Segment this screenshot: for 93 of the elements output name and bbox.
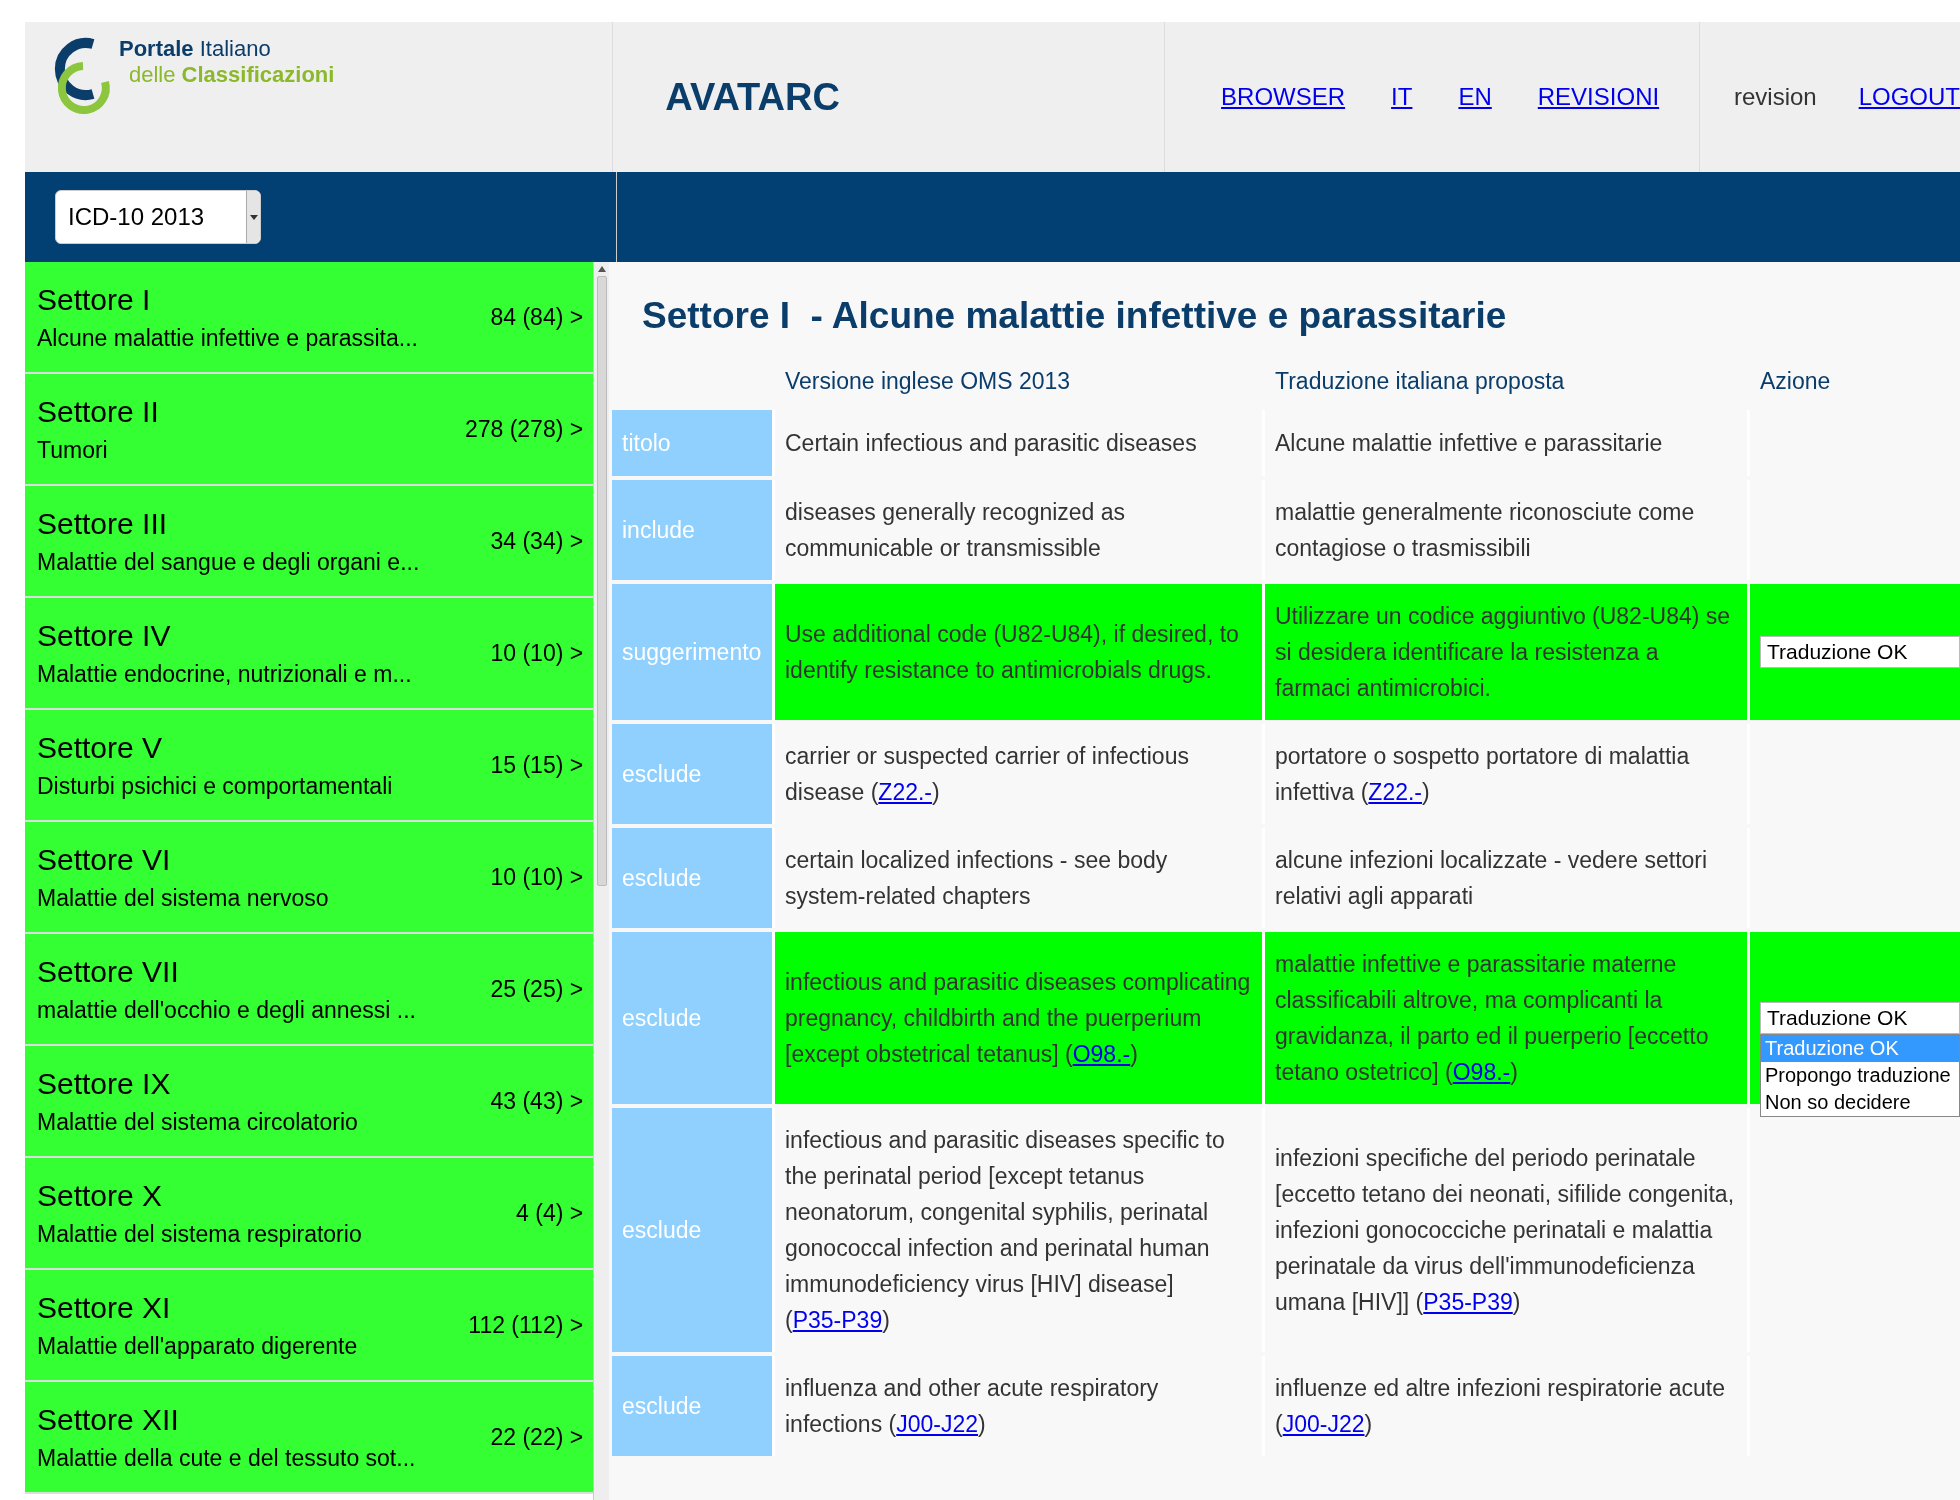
cell-text: diseases generally recognized as communicable or transmissible bbox=[785, 498, 1127, 563]
sector-item[interactable]: Settore V Disturbi psichici e comportamentali 15 (15) > bbox=[25, 710, 594, 822]
logo-text: delle Classificazioni bbox=[128, 62, 335, 88]
sector-count: 25 (25) > bbox=[490, 974, 584, 1004]
sector-title: Settore IV bbox=[37, 618, 172, 654]
section-title: Settore I - Alcune malattie infettive e parassitarie bbox=[641, 294, 1508, 338]
sector-item[interactable]: Settore III Malattie del sangue e degli organi e... 34 (34) > bbox=[25, 486, 594, 598]
caret-icon bbox=[246, 191, 260, 243]
sector-title: Settore VII bbox=[37, 954, 180, 990]
nav-link[interactable]: IT bbox=[1391, 79, 1413, 115]
action-select[interactable]: Traduzione OK bbox=[1760, 1002, 1960, 1034]
cell-text: Use additional code (U82-U84), if desired, to identify resistance to antimicrobials drugs. bbox=[785, 620, 1240, 685]
sector-description: Alcune malattie infettive e parassita... bbox=[37, 324, 418, 352]
sector-count: 43 (43) > bbox=[490, 1086, 584, 1116]
sector-count: 278 (278) > bbox=[464, 414, 584, 444]
column-header: Versione inglese OMS 2013 bbox=[785, 367, 1071, 394]
sector-item[interactable]: Settore VI Malattie del sistema nervoso 10 (10) > bbox=[25, 822, 594, 934]
code-link[interactable]: O98.- bbox=[1072, 1041, 1131, 1067]
version-select[interactable]: ICD-10 2013 bbox=[55, 190, 261, 244]
sector-count: 112 (112) > bbox=[468, 1310, 584, 1340]
sector-title: Settore II bbox=[37, 394, 159, 430]
row-label: esclude bbox=[622, 1391, 702, 1421]
sector-title: Settore III bbox=[37, 506, 169, 542]
cell-text: influenze ed altre infezioni respiratorie acute (J00-J22) bbox=[1275, 1374, 1727, 1439]
nav-link[interactable]: BROWSER bbox=[1221, 79, 1346, 115]
sector-title: Settore I bbox=[37, 282, 152, 318]
nav-link[interactable]: REVISIONI bbox=[1537, 79, 1660, 115]
sector-count: 34 (34) > bbox=[490, 526, 584, 556]
cell-text: malattie generalmente riconosciute come contagiose o trasmissibili bbox=[1275, 498, 1696, 563]
cell-text: influenza and other acute respiratory infections (J00-J22) bbox=[785, 1374, 1160, 1439]
sector-count: 15 (15) > bbox=[490, 750, 584, 780]
nav-link[interactable]: EN bbox=[1458, 79, 1492, 115]
row-label: titolo bbox=[622, 428, 671, 458]
cell-text: Utilizzare un codice aggiuntivo (U82-U84) se si desidera identificare la resistenza a farmaci antimicrobici. bbox=[1275, 602, 1732, 703]
sector-description: malattie dell'occhio e degli annessi ... bbox=[37, 996, 416, 1024]
cell-text: infectious and parasitic diseases specific to the perinatal period [except tetanus neonatorum, congenital syphilis, perinatal gonococcal infection and perinatal human immunodeficiency virus [HIV] disease] (P35-P39) bbox=[785, 1126, 1226, 1335]
column-header: Traduzione italiana proposta bbox=[1275, 367, 1565, 394]
row-label: esclude bbox=[622, 1003, 702, 1033]
sector-item[interactable]: Settore VII malattie dell'occhio e degli annessi ... 25 (25) > bbox=[25, 934, 594, 1046]
cell-text: carrier or suspected carrier of infectious disease (Z22.-) bbox=[785, 742, 1190, 807]
sector-description: Malattie della cute e del tessuto sot... bbox=[37, 1444, 416, 1472]
code-link[interactable]: J00-J22 bbox=[896, 1411, 979, 1437]
sector-count: 84 (84) > bbox=[490, 302, 584, 332]
cell-text: infezioni specifiche del periodo perinatale [eccetto tetano dei neonati, sifilide congenita, infezioni gonococciche perinatali e malattia perinatale da virus dell'immunodeficienza umana [HIV]] (P35-P39) bbox=[1275, 1144, 1736, 1317]
logout-link[interactable]: LOGOUT bbox=[1858, 79, 1960, 115]
sector-title: Settore V bbox=[37, 730, 164, 766]
row-label: esclude bbox=[622, 1215, 702, 1245]
sector-item[interactable]: Settore II Tumori 278 (278) > bbox=[25, 374, 594, 486]
sector-item[interactable]: Settore IV Malattie endocrine, nutrizionali e m... 10 (10) > bbox=[25, 598, 594, 710]
logo-text: Portale Italiano bbox=[119, 36, 272, 62]
sector-item[interactable]: Settore XI Malattie dell'apparato digerente 112 (112) > bbox=[25, 1270, 594, 1382]
cell-text: certain localized infections - see body system-related chapters bbox=[785, 846, 1169, 911]
sector-title: Settore XI bbox=[37, 1290, 172, 1326]
sector-item[interactable]: Settore I Alcune malattie infettive e parassita... 84 (84) > bbox=[25, 262, 594, 374]
sector-description: Malattie endocrine, nutrizionali e m... bbox=[37, 660, 412, 688]
action-select[interactable]: Traduzione OK bbox=[1760, 636, 1960, 668]
sector-count: 10 (10) > bbox=[490, 862, 584, 892]
sector-description: Disturbi psichici e comportamentali bbox=[37, 772, 393, 800]
code-link[interactable]: O98.- bbox=[1452, 1059, 1511, 1085]
sector-count: 22 (22) > bbox=[490, 1422, 584, 1452]
sector-description: Malattie del sangue e degli organi e... bbox=[37, 548, 420, 576]
code-link[interactable]: Z22.- bbox=[878, 779, 932, 805]
sector-count: 10 (10) > bbox=[490, 638, 584, 668]
sector-title: Settore IX bbox=[37, 1066, 172, 1102]
sector-item[interactable]: Settore X Malattie del sistema respiratorio 4 (4) > bbox=[25, 1158, 594, 1270]
code-link[interactable]: P35-P39 bbox=[1423, 1289, 1513, 1315]
sector-title: Settore VI bbox=[37, 842, 172, 878]
cell-text: Alcune malattie infettive e parassitarie bbox=[1275, 429, 1663, 458]
cell-text: infectious and parasitic diseases complicating pregnancy, childbirth and the puerperium [except obstetrical tetanus] (O98.-) bbox=[785, 968, 1252, 1069]
cell-text: Certain infectious and parasitic diseases bbox=[785, 429, 1197, 458]
code-link[interactable]: Z22.- bbox=[1368, 779, 1422, 805]
sector-description: Tumori bbox=[37, 436, 109, 464]
sector-description: Malattie dell'apparato digerente bbox=[37, 1332, 358, 1360]
row-label: esclude bbox=[622, 759, 702, 789]
sector-count: 4 (4) > bbox=[516, 1198, 584, 1228]
scrollbar-thumb[interactable] bbox=[596, 276, 607, 886]
sector-description: Malattie del sistema nervoso bbox=[37, 884, 329, 912]
scroll-up-icon[interactable] bbox=[597, 266, 606, 272]
sector-title: Settore XII bbox=[37, 1402, 180, 1438]
app-title: AVATARC bbox=[665, 74, 840, 120]
row-label: suggerimento bbox=[622, 637, 762, 667]
cell-text: malattie infettive e parassitarie materne classificabili altrove, ma complicanti la gravidanza, il parto ed il puerperio [eccetto tetano ostetrico] (O98.-) bbox=[1275, 950, 1710, 1087]
column-header: Azione bbox=[1760, 367, 1831, 394]
sector-description: Malattie del sistema respiratorio bbox=[37, 1220, 362, 1248]
sector-item[interactable]: Settore XII Malattie della cute e del tessuto sot... 22 (22) > bbox=[25, 1382, 594, 1494]
username: revision bbox=[1733, 82, 1817, 112]
cell-text: alcune infezioni localizzate - vedere settori relativi agli apparati bbox=[1275, 846, 1709, 911]
cell-text: portatore o sospetto portatore di malattia infettiva (Z22.-) bbox=[1275, 742, 1691, 807]
row-label: esclude bbox=[622, 863, 702, 893]
row-label: include bbox=[622, 515, 695, 545]
sector-item[interactable]: Settore IX Malattie del sistema circolatorio 43 (43) > bbox=[25, 1046, 594, 1158]
sector-title: Settore X bbox=[37, 1178, 164, 1214]
sector-description: Malattie del sistema circolatorio bbox=[37, 1108, 358, 1136]
